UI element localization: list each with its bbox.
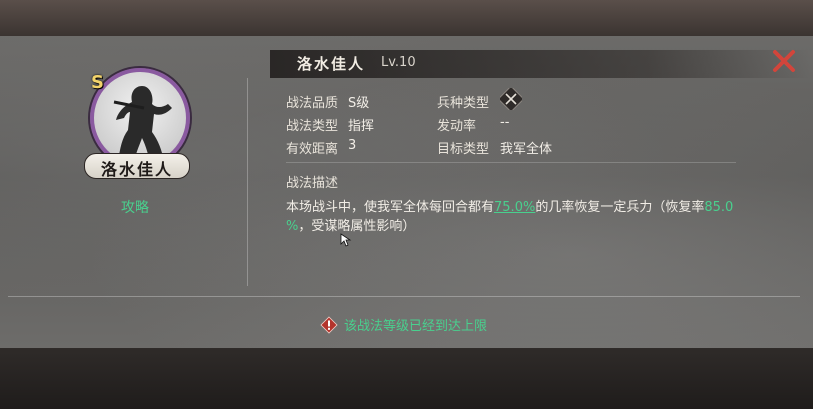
attr-value-range: 3 (348, 138, 357, 153)
max-level-warning-text: 该战法等级已经到达上限 (344, 319, 488, 334)
description-part1: 本场战斗中，使我军全体每回合都有 (286, 200, 495, 215)
grade-badge: S (91, 72, 104, 93)
attr-label-type: 战法类型 (286, 119, 339, 134)
description-rate: 75.0% (494, 200, 536, 215)
warning-icon (320, 315, 338, 334)
attr-label-quality: 战法品质 (286, 96, 339, 111)
description-title: 战法描述 (286, 176, 339, 191)
attr-value-target: 我军全体 (500, 142, 553, 157)
attr-label-range: 有效距离 (286, 142, 339, 157)
max-level-warning: 该战法等级已经到达上限 (320, 315, 487, 334)
name-plate-text: 洛水佳人 (100, 160, 173, 179)
warrior-silhouette-icon (113, 86, 172, 162)
attr-value-activation-rate: -- (500, 115, 510, 130)
description-recover-rate-line2: % (286, 219, 299, 234)
horizontal-divider (8, 296, 800, 297)
mouse-cursor-icon (340, 233, 352, 247)
strategy-link[interactable]: 攻略 (121, 197, 149, 217)
close-icon (773, 50, 795, 72)
background-top-strip (0, 0, 813, 36)
attr-label-activation-rate: 发动率 (437, 119, 477, 134)
skill-level: Lv.10 (381, 55, 416, 70)
description-recover-rate-line1: 85.0 (704, 200, 734, 215)
crossed-swords-icon (497, 85, 525, 113)
description-part3: ，受谋略属性影响） (298, 219, 416, 234)
name-plate: 洛水佳人 (84, 153, 190, 179)
attr-value-quality: S级 (348, 96, 370, 111)
mouse-cursor-wrap (340, 232, 352, 247)
troop-type-icon-wrap (497, 85, 525, 113)
attr-value-type: 指挥 (348, 119, 375, 134)
background-bottom-strip (0, 348, 813, 409)
attributes-divider (286, 162, 736, 163)
description-text: 本场战斗中，使我军全体每回合都有75.0%的几率恢复一定兵力（恢复率85.0%，… (286, 198, 766, 236)
attr-label-target: 目标类型 (437, 142, 490, 157)
description-part2: 的几率恢复一定兵力（恢复率 (535, 200, 705, 215)
close-button[interactable] (771, 48, 797, 74)
vertical-divider (247, 78, 248, 286)
skill-title: 洛水佳人 (297, 55, 366, 73)
attr-label-troop-type: 兵种类型 (437, 96, 490, 111)
